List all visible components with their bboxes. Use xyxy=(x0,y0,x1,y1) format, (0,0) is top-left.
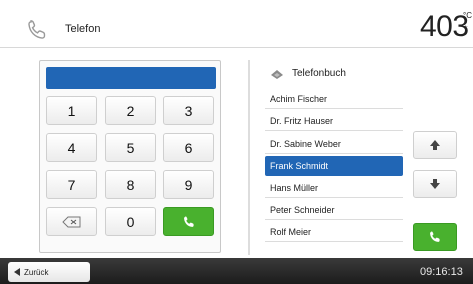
key-1[interactable]: 1 xyxy=(46,96,97,125)
footer-bar: Zurück 09:16:13 xyxy=(0,258,473,284)
contact-name: Peter Schneider xyxy=(270,204,335,215)
key-8[interactable]: 8 xyxy=(105,170,156,199)
key-0[interactable]: 0 xyxy=(105,207,156,236)
contact-name: Hans Müller xyxy=(270,182,319,193)
contact-name: Rolf Meier xyxy=(270,226,312,237)
phonebook-header: Telefonbuch xyxy=(265,64,405,86)
panel-divider xyxy=(248,60,250,255)
arrow-left-icon xyxy=(14,268,20,276)
key-label: 3 xyxy=(184,102,193,119)
key-2[interactable]: 2 xyxy=(105,96,156,125)
key-4[interactable]: 4 xyxy=(46,133,97,162)
phonebook-icon xyxy=(271,70,283,79)
screen: Telefon 403 °C * 1 2 3 4 5 6 7 8 9 0 Tel… xyxy=(0,0,473,284)
key-label: 6 xyxy=(184,139,193,156)
key-9[interactable]: 9 xyxy=(163,170,214,199)
scroll-up-button[interactable] xyxy=(413,131,457,159)
header: Telefon 403 °C * xyxy=(0,0,473,48)
contact-name: Frank Schmidt xyxy=(270,161,329,171)
contact-item[interactable]: Dr. Sabine Weber xyxy=(265,134,403,154)
contact-item[interactable]: Hans Müller xyxy=(265,178,403,198)
arrow-up-icon xyxy=(430,140,440,150)
back-button[interactable]: Zurück xyxy=(8,262,90,282)
phone-icon xyxy=(430,231,440,242)
clock: 09:16:13 xyxy=(420,266,463,278)
contact-item[interactable]: Peter Schneider xyxy=(265,200,403,220)
backspace-icon xyxy=(61,216,80,227)
phone-icon xyxy=(28,20,46,39)
key-label: 1 xyxy=(67,102,76,119)
contact-item[interactable]: Dr. Fritz Hauser xyxy=(265,111,403,131)
number-display[interactable] xyxy=(46,67,216,89)
key-label: 8 xyxy=(126,176,135,193)
key-6[interactable]: 6 xyxy=(163,133,214,162)
contact-item[interactable]: Rolf Meier xyxy=(265,222,403,242)
status-mark: * xyxy=(464,24,468,34)
contact-name: Achim Fischer xyxy=(270,93,328,104)
contact-name: Dr. Sabine Weber xyxy=(270,138,341,149)
scroll-down-button[interactable] xyxy=(413,170,457,198)
phonebook-call-button[interactable] xyxy=(413,223,457,251)
contact-item-selected[interactable]: Frank Schmidt xyxy=(265,156,403,176)
key-label: 5 xyxy=(126,139,135,156)
temperature-unit: °C xyxy=(463,11,472,20)
key-7[interactable]: 7 xyxy=(46,170,97,199)
phonebook-title: Telefonbuch xyxy=(292,68,346,79)
phone-icon xyxy=(183,215,194,227)
key-label: 2 xyxy=(126,102,135,119)
arrow-down-icon xyxy=(430,179,440,189)
contact-name: Dr. Fritz Hauser xyxy=(270,115,334,126)
key-label: 0 xyxy=(126,213,135,230)
key-3[interactable]: 3 xyxy=(163,96,214,125)
contact-item[interactable]: Achim Fischer xyxy=(265,89,403,109)
key-label: 4 xyxy=(67,139,76,156)
key-label: 7 xyxy=(67,176,76,193)
back-label: Zurück xyxy=(24,267,49,277)
key-5[interactable]: 5 xyxy=(105,133,156,162)
temperature-readout: 403 xyxy=(420,10,469,43)
key-label: 9 xyxy=(184,176,193,193)
page-title: Telefon xyxy=(65,23,101,35)
backspace-button[interactable] xyxy=(46,207,97,236)
keypad-call-button[interactable] xyxy=(163,207,214,236)
